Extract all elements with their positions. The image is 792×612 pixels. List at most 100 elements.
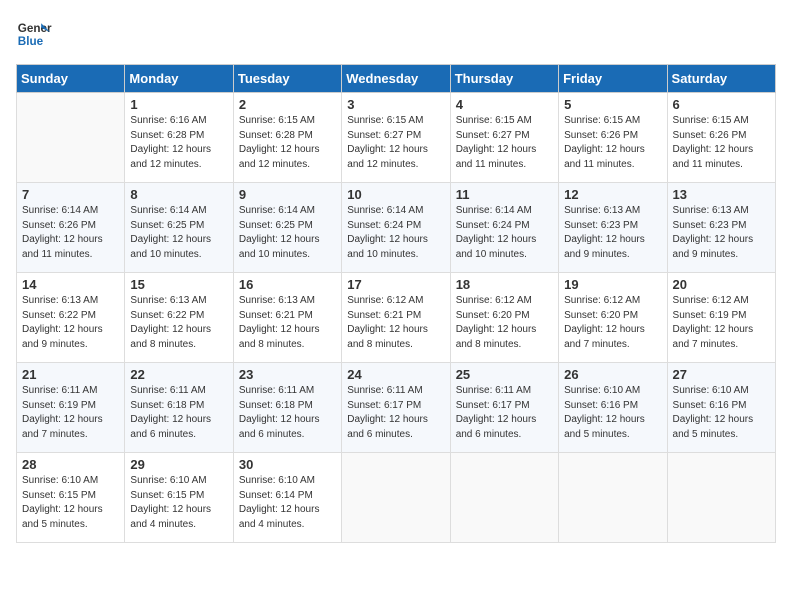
calendar-header-saturday: Saturday [667,65,775,93]
calendar-cell: 9Sunrise: 6:14 AM Sunset: 6:25 PM Daylig… [233,183,341,273]
calendar-cell: 11 Sunrise: 6:14 AM Sunset: 6:24 PM Dayli… [450,183,558,273]
day-number: 25 [456,367,553,382]
day-info: Sunrise: 6:10 AM Sunset: 6:15 PM Dayligh… [130,474,227,532]
day-number: 5 [564,97,661,112]
day-number: 22 [130,367,227,382]
day-number: 1 [130,97,227,112]
calendar-cell: 16Sunrise: 6:13 AM Sunset: 6:21 PM Dayli… [233,273,341,363]
calendar-cell: 20 Sunrise: 6:12 AM Sunset: 6:19 PM Dayli… [667,273,775,363]
day-info: Sunrise: 6:14 AM Sunset: 6:25 PM Dayligh… [239,204,336,262]
day-info: Sunrise: 6:10 AM Sunset: 6:16 PM Dayligh… [673,384,770,442]
calendar-cell: 22 Sunrise: 6:11 AM Sunset: 6:18 PM Dayli… [125,363,233,453]
day-info: Sunrise: 6:15 AM Sunset: 6:28 PM Dayligh… [239,114,336,172]
day-info: Sunrise: 6:10 AM Sunset: 6:15 PM Dayligh… [22,474,119,532]
calendar-cell: 7Sunrise: 6:14 AM Sunset: 6:26 PM Daylig… [17,183,125,273]
calendar-cell: 15 Sunrise: 6:13 AM Sunset: 6:22 PM Dayli… [125,273,233,363]
svg-text:General: General [18,22,52,35]
calendar-cell: 2 Sunrise: 6:15 AM Sunset: 6:28 PM Daylig… [233,93,341,183]
day-number: 10 [347,187,444,202]
calendar-cell: 19 Sunrise: 6:12 AM Sunset: 6:20 PM Dayli… [559,273,667,363]
day-info: Sunrise: 6:10 AM Sunset: 6:16 PM Dayligh… [564,384,661,442]
day-info: Sunrise: 6:12 AM Sunset: 6:19 PM Dayligh… [673,294,770,352]
day-info: Sunrise: 6:11 AM Sunset: 6:18 PM Dayligh… [130,384,227,442]
calendar-cell: 26 Sunrise: 6:10 AM Sunset: 6:16 PM Dayli… [559,363,667,453]
day-info: Sunrise: 6:12 AM Sunset: 6:20 PM Dayligh… [456,294,553,352]
calendar-header-tuesday: Tuesday [233,65,341,93]
day-number: 8 [130,187,227,202]
day-number: 2 [239,97,336,112]
day-number: 20 [673,277,770,292]
calendar-header-row: SundayMondayTuesdayWednesdayThursdayFrid… [17,65,776,93]
day-number: 27 [673,367,770,382]
day-info: Sunrise: 6:13 AM Sunset: 6:21 PM Dayligh… [239,294,336,352]
day-info: Sunrise: 6:13 AM Sunset: 6:22 PM Dayligh… [130,294,227,352]
day-number: 18 [456,277,553,292]
calendar-cell: 28 Sunrise: 6:10 AM Sunset: 6:15 PM Dayli… [17,453,125,543]
calendar-cell: 4Sunrise: 6:15 AM Sunset: 6:27 PM Daylig… [450,93,558,183]
calendar-cell [559,453,667,543]
day-number: 13 [673,187,770,202]
calendar-cell [17,93,125,183]
day-number: 30 [239,457,336,472]
day-info: Sunrise: 6:15 AM Sunset: 6:26 PM Dayligh… [564,114,661,172]
calendar-cell: 5 Sunrise: 6:15 AM Sunset: 6:26 PM Daylig… [559,93,667,183]
calendar-cell: 17 Sunrise: 6:12 AM Sunset: 6:21 PM Dayli… [342,273,450,363]
day-info: Sunrise: 6:12 AM Sunset: 6:21 PM Dayligh… [347,294,444,352]
day-number: 24 [347,367,444,382]
calendar-week-3: 14 Sunrise: 6:13 AM Sunset: 6:22 PM Dayli… [17,273,776,363]
calendar-cell: 3 Sunrise: 6:15 AM Sunset: 6:27 PM Daylig… [342,93,450,183]
day-number: 4 [456,97,553,112]
day-info: Sunrise: 6:14 AM Sunset: 6:24 PM Dayligh… [456,204,553,262]
day-number: 29 [130,457,227,472]
day-info: Sunrise: 6:10 AM Sunset: 6:14 PM Dayligh… [239,474,336,532]
calendar-week-2: 7Sunrise: 6:14 AM Sunset: 6:26 PM Daylig… [17,183,776,273]
calendar-cell [450,453,558,543]
calendar-cell: 10 Sunrise: 6:14 AM Sunset: 6:24 PM Dayli… [342,183,450,273]
calendar-cell: 13Sunrise: 6:13 AM Sunset: 6:23 PM Dayli… [667,183,775,273]
day-info: Sunrise: 6:11 AM Sunset: 6:18 PM Dayligh… [239,384,336,442]
logo-icon: General Blue [16,16,52,52]
calendar-cell: 6 Sunrise: 6:15 AM Sunset: 6:26 PM Daylig… [667,93,775,183]
calendar-header-friday: Friday [559,65,667,93]
day-info: Sunrise: 6:13 AM Sunset: 6:23 PM Dayligh… [564,204,661,262]
day-number: 28 [22,457,119,472]
day-number: 26 [564,367,661,382]
calendar-table: SundayMondayTuesdayWednesdayThursdayFrid… [16,64,776,543]
calendar-cell: 25 Sunrise: 6:11 AM Sunset: 6:17 PM Dayli… [450,363,558,453]
svg-text:Blue: Blue [18,35,44,48]
day-info: Sunrise: 6:13 AM Sunset: 6:22 PM Dayligh… [22,294,119,352]
calendar-cell: 24 Sunrise: 6:11 AM Sunset: 6:17 PM Dayli… [342,363,450,453]
calendar-cell: 21 Sunrise: 6:11 AM Sunset: 6:19 PM Dayli… [17,363,125,453]
day-number: 17 [347,277,444,292]
day-number: 11 [456,187,553,202]
day-number: 23 [239,367,336,382]
calendar-cell [667,453,775,543]
calendar-week-4: 21 Sunrise: 6:11 AM Sunset: 6:19 PM Dayli… [17,363,776,453]
day-info: Sunrise: 6:11 AM Sunset: 6:17 PM Dayligh… [347,384,444,442]
calendar-header-thursday: Thursday [450,65,558,93]
page-header: General Blue [16,16,776,52]
day-number: 15 [130,277,227,292]
day-info: Sunrise: 6:11 AM Sunset: 6:17 PM Dayligh… [456,384,553,442]
day-info: Sunrise: 6:12 AM Sunset: 6:20 PM Dayligh… [564,294,661,352]
day-number: 6 [673,97,770,112]
day-info: Sunrise: 6:15 AM Sunset: 6:26 PM Dayligh… [673,114,770,172]
calendar-cell: 12 Sunrise: 6:13 AM Sunset: 6:23 PM Dayli… [559,183,667,273]
day-info: Sunrise: 6:15 AM Sunset: 6:27 PM Dayligh… [347,114,444,172]
day-info: Sunrise: 6:11 AM Sunset: 6:19 PM Dayligh… [22,384,119,442]
calendar-week-5: 28 Sunrise: 6:10 AM Sunset: 6:15 PM Dayli… [17,453,776,543]
calendar-cell: 27 Sunrise: 6:10 AM Sunset: 6:16 PM Dayli… [667,363,775,453]
calendar-cell: 1Sunrise: 6:16 AM Sunset: 6:28 PM Daylig… [125,93,233,183]
day-info: Sunrise: 6:14 AM Sunset: 6:24 PM Dayligh… [347,204,444,262]
day-number: 12 [564,187,661,202]
calendar-header-monday: Monday [125,65,233,93]
day-number: 19 [564,277,661,292]
calendar-body: 1Sunrise: 6:16 AM Sunset: 6:28 PM Daylig… [17,93,776,543]
calendar-cell: 8Sunrise: 6:14 AM Sunset: 6:25 PM Daylig… [125,183,233,273]
day-number: 3 [347,97,444,112]
calendar-cell: 14 Sunrise: 6:13 AM Sunset: 6:22 PM Dayli… [17,273,125,363]
calendar-cell: 23 Sunrise: 6:11 AM Sunset: 6:18 PM Dayli… [233,363,341,453]
day-number: 21 [22,367,119,382]
day-number: 14 [22,277,119,292]
day-number: 7 [22,187,119,202]
